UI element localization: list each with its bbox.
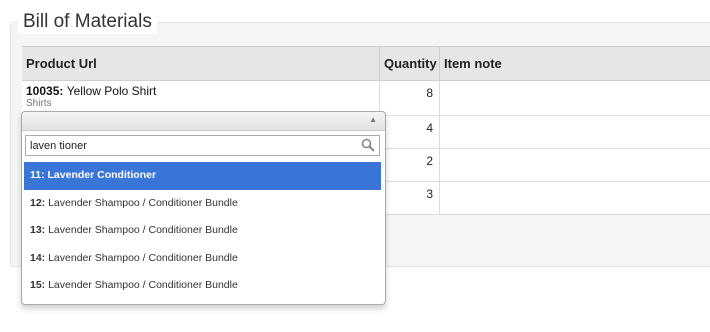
option-name: Lavender Shampoo / Conditioner Bundle — [48, 224, 238, 236]
option-name: Lavender Shampoo / Conditioner Bundle — [48, 251, 238, 264]
dropdown-option[interactable]: 13: Lavender Shampoo / Conditioner Bundl… — [24, 217, 381, 245]
option-id: 11: — [30, 169, 48, 181]
product-select-dropdown[interactable]: ▲ 11: Lavender Conditioner 12: Lavender … — [21, 111, 386, 305]
dropdown-option[interactable]: 14: Lavender Shampoo / Conditioner Bundl… — [24, 245, 381, 273]
item-note-cell[interactable] — [440, 81, 710, 115]
option-name: Lavender Shampoo / Conditioner Bundle — [48, 196, 238, 209]
chevron-up-icon[interactable]: ▲ — [369, 115, 377, 124]
option-id: 13: — [30, 224, 49, 236]
dropdown-search-input[interactable] — [26, 136, 354, 156]
section-title: Bill of Materials — [18, 10, 157, 34]
product-cell[interactable]: 10035: Yellow Polo Shirt Shirts — [22, 81, 380, 115]
dropdown-toggle[interactable]: ▲ — [22, 112, 385, 131]
option-id: 14: — [30, 251, 49, 264]
product-id: 10035: — [26, 84, 67, 98]
dropdown-option[interactable]: 12: Lavender Shampoo / Conditioner Bundl… — [24, 190, 381, 218]
product-name: Yellow Polo Shirt — [66, 84, 157, 98]
item-note-cell[interactable] — [440, 182, 710, 214]
dropdown-search-box[interactable] — [25, 135, 380, 156]
column-header-quantity[interactable]: Quantity — [380, 47, 440, 80]
product-label: 10035: Yellow Polo Shirt — [26, 84, 379, 98]
option-name: Lavender Conditioner — [47, 169, 157, 181]
dropdown-option[interactable]: 15: Lavender Shampoo / Conditioner Bundl… — [24, 272, 381, 300]
quantity-cell[interactable]: 3 — [380, 182, 440, 214]
table-header-row: Product Url Quantity Item note — [22, 47, 710, 81]
option-name: Lavender Shampoo / Conditioner Bundle — [48, 279, 238, 291]
option-id: 12: — [30, 196, 49, 209]
item-note-cell[interactable] — [440, 149, 710, 181]
quantity-cell[interactable]: 2 — [380, 149, 440, 181]
quantity-cell[interactable]: 8 — [380, 81, 440, 115]
column-header-item-note[interactable]: Item note — [440, 47, 710, 80]
quantity-cell[interactable]: 4 — [380, 116, 440, 148]
product-category: Shirts — [26, 98, 52, 109]
option-id: 15: — [30, 279, 49, 291]
item-note-cell[interactable] — [440, 116, 710, 148]
dropdown-results-list: 11: Lavender Conditioner 12: Lavender Sh… — [24, 162, 381, 300]
search-icon — [361, 138, 375, 152]
dropdown-option[interactable]: 11: Lavender Conditioner — [24, 162, 381, 190]
column-header-product-url[interactable]: Product Url — [22, 47, 380, 80]
